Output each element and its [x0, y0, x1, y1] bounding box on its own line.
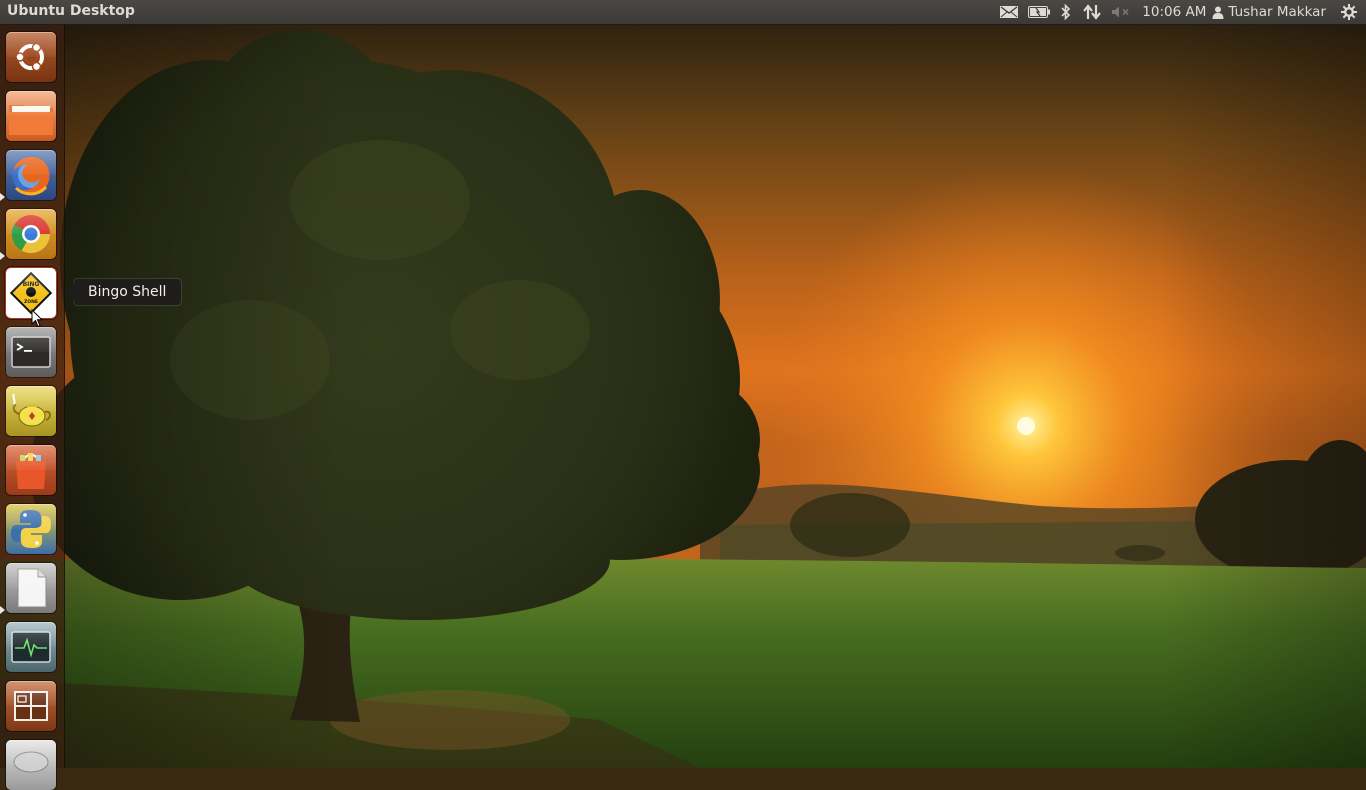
launcher-item-text-document[interactable] [6, 563, 56, 613]
launcher-tooltip: Bingo Shell [64, 279, 182, 305]
launcher-item-system-monitor[interactable] [6, 622, 56, 672]
user-icon [1212, 6, 1224, 19]
battery-icon[interactable] [1024, 0, 1054, 24]
drive-icon [13, 751, 49, 773]
running-indicator [0, 193, 5, 201]
volume-muted-icon[interactable] [1106, 0, 1136, 24]
svg-text:ZONE: ZONE [24, 299, 38, 305]
shopping-bag-icon [16, 453, 46, 489]
indicator-area: 10:06 AM Tushar Makkar [994, 0, 1366, 24]
clock[interactable]: 10:06 AM [1136, 0, 1212, 24]
chrome-icon [11, 215, 51, 254]
ubuntu-logo-icon [15, 42, 44, 72]
launcher-item-python[interactable] [6, 504, 56, 554]
unity-launcher: BING ZONE [0, 25, 65, 790]
terminal-icon [11, 336, 51, 368]
running-indicator [0, 606, 5, 614]
top-panel: Ubuntu Desktop 10:06 AM Tushar Makkar [0, 0, 1366, 25]
teapot-icon [12, 393, 51, 427]
bluetooth-icon[interactable] [1054, 0, 1078, 24]
launcher-item-files[interactable] [6, 91, 56, 141]
launcher-item-dash-home[interactable] [6, 32, 56, 82]
network-icon[interactable] [1078, 0, 1106, 24]
user-menu[interactable]: Tushar Makkar [1212, 0, 1332, 24]
svg-text:BING: BING [23, 281, 40, 288]
session-gear-icon[interactable] [1332, 0, 1366, 24]
launcher-item-drive[interactable] [6, 740, 56, 790]
launcher-item-workspace-switcher[interactable] [6, 681, 56, 731]
workspace-icon [14, 691, 48, 721]
launcher-item-chromium[interactable] [6, 209, 56, 259]
launcher-item-tea-app[interactable] [6, 386, 56, 436]
launcher-item-terminal[interactable] [6, 327, 56, 377]
python-icon [11, 510, 51, 548]
user-name: Tushar Makkar [1228, 4, 1326, 20]
mouse-pointer-icon [31, 308, 44, 332]
launcher-item-firefox[interactable] [6, 150, 56, 200]
system-monitor-icon [11, 631, 51, 663]
document-icon [17, 568, 47, 608]
running-indicator [0, 252, 5, 260]
active-window-title: Ubuntu Desktop [7, 3, 135, 19]
firefox-icon [12, 156, 50, 196]
mail-icon[interactable] [994, 0, 1024, 24]
desktop-wallpaper [0, 24, 1366, 768]
folder-icon [9, 105, 53, 135]
launcher-item-software-center[interactable] [6, 445, 56, 495]
